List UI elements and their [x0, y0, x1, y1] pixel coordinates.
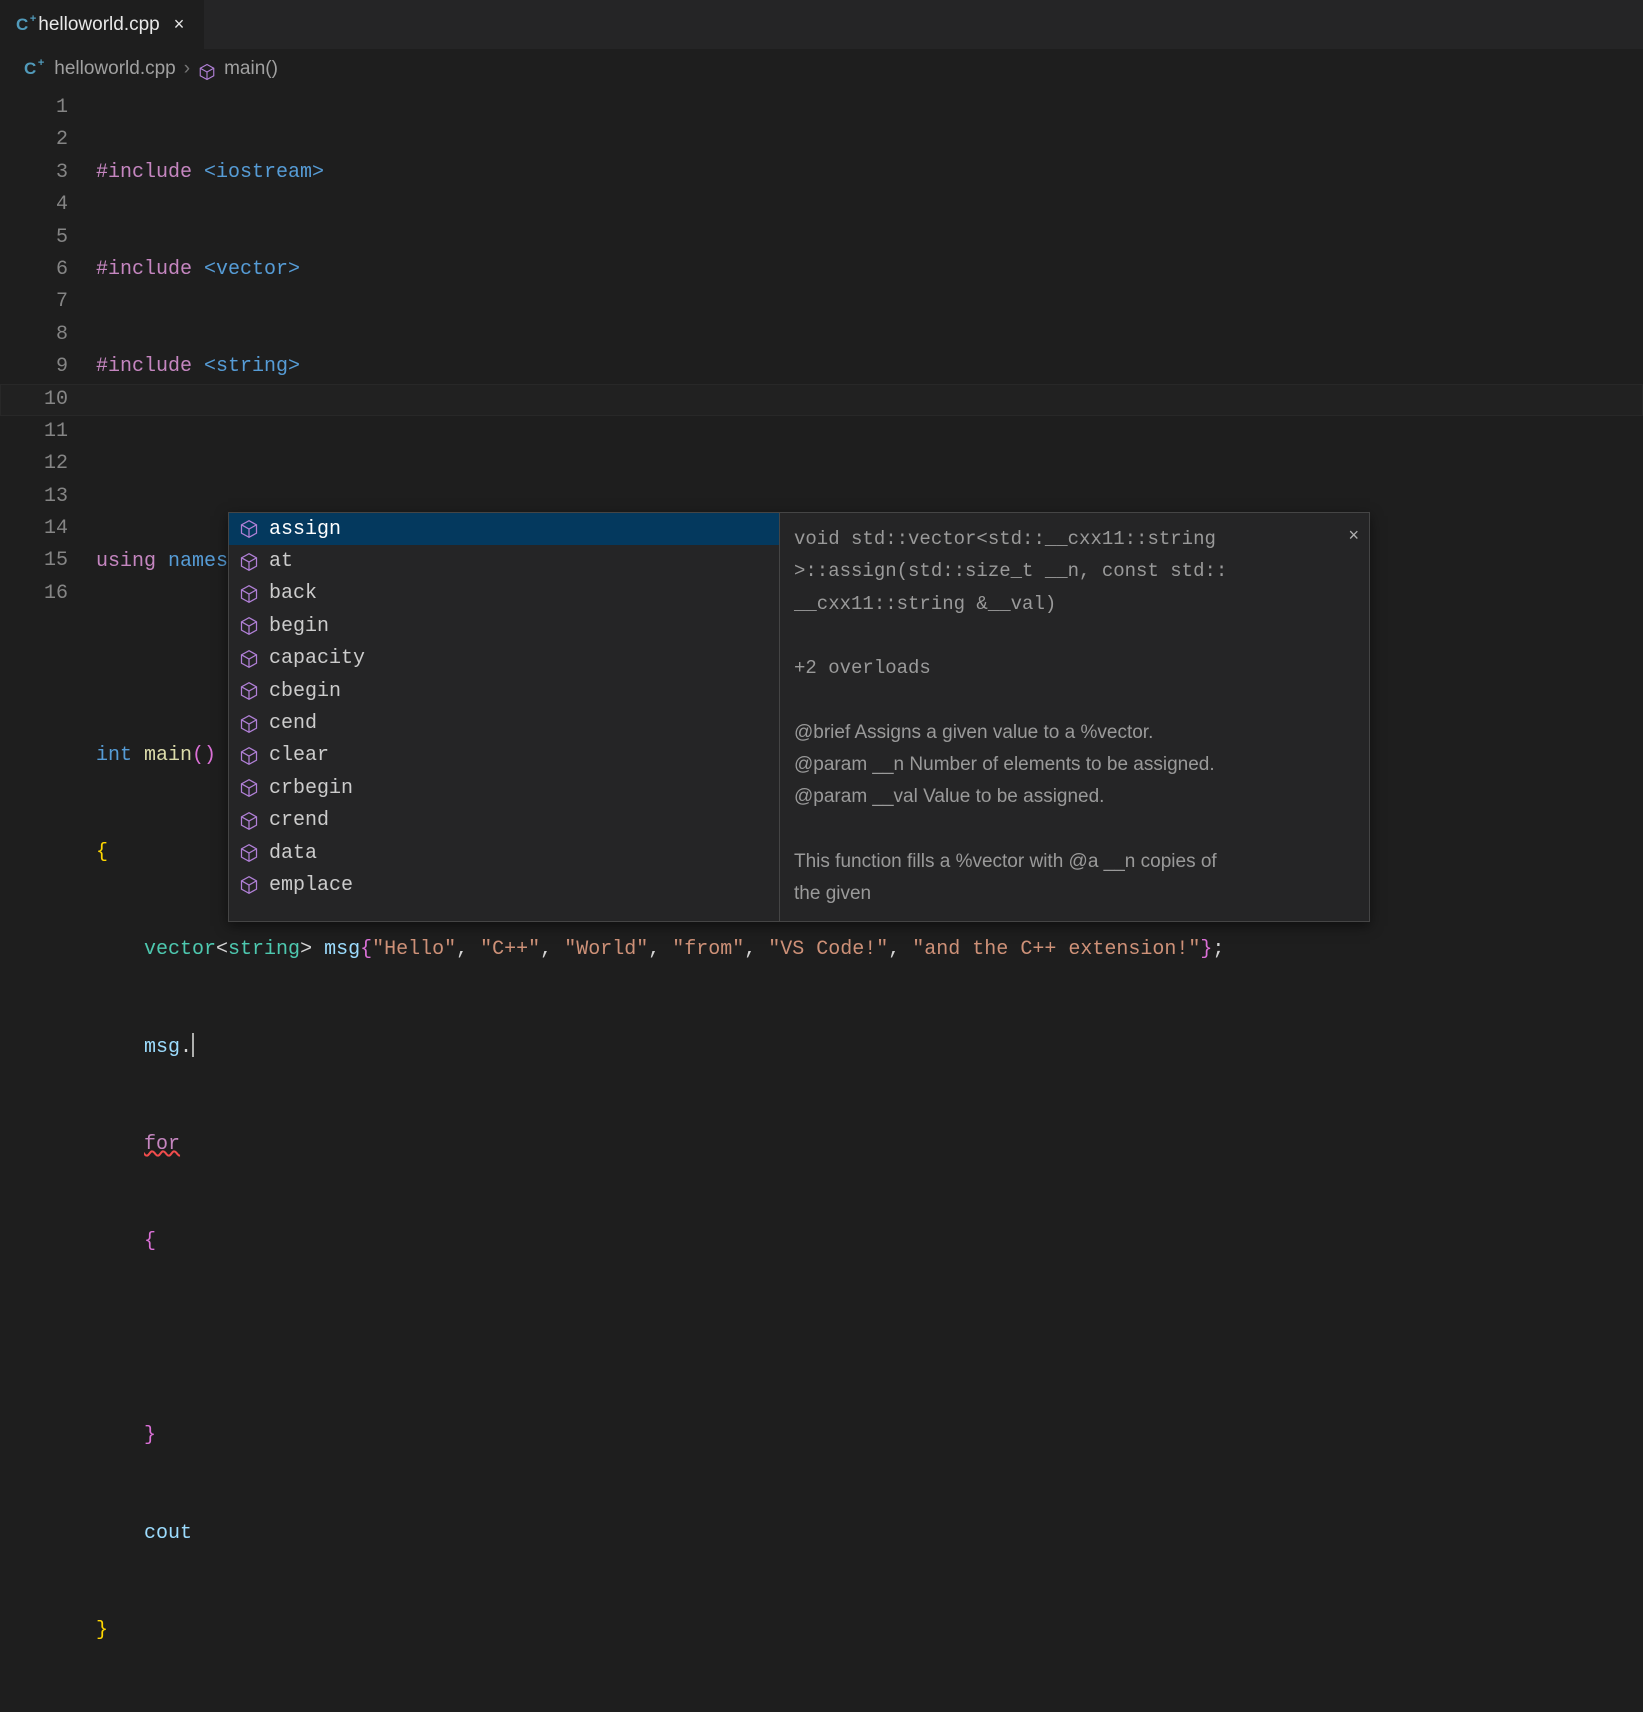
suggestion-label: back — [269, 582, 317, 605]
suggestion-item[interactable]: at — [229, 545, 779, 577]
suggestion-item[interactable]: crbegin — [229, 772, 779, 804]
suggestion-item[interactable]: cend — [229, 707, 779, 739]
text-cursor — [192, 1033, 194, 1057]
suggestion-list[interactable]: assign at back begin capacity cbegin cend clear… — [229, 513, 779, 903]
suggestion-item[interactable]: assign — [229, 513, 779, 545]
suggestion-details: × void std::vector<std::__cxx11::string … — [779, 513, 1369, 921]
suggestion-item[interactable]: clear — [229, 740, 779, 772]
suggestion-label: assign — [269, 518, 341, 541]
suggestion-label: capacity — [269, 647, 365, 670]
method-icon — [239, 875, 259, 895]
suggestion-item[interactable]: crend — [229, 805, 779, 837]
method-icon — [239, 714, 259, 734]
close-icon[interactable]: × — [170, 12, 189, 37]
suggestion-item[interactable]: back — [229, 578, 779, 610]
suggestion-label: cbegin — [269, 680, 341, 703]
method-icon — [239, 552, 259, 572]
tab-helloworld[interactable]: C helloworld.cpp × — [0, 0, 204, 49]
suggestion-item[interactable]: cbegin — [229, 675, 779, 707]
method-icon — [239, 811, 259, 831]
method-icon — [239, 843, 259, 863]
cpp-file-icon: C — [24, 59, 36, 79]
method-icon — [239, 778, 259, 798]
cpp-file-icon: C — [16, 15, 28, 35]
suggestion-label: at — [269, 550, 293, 573]
close-icon[interactable]: × — [1348, 519, 1359, 551]
method-icon — [239, 616, 259, 636]
suggestion-item[interactable]: data — [229, 837, 779, 869]
breadcrumb-file[interactable]: helloworld.cpp — [54, 58, 175, 80]
suggestion-item[interactable]: emplace — [229, 869, 779, 901]
suggestion-label: crbegin — [269, 777, 353, 800]
method-icon — [239, 681, 259, 701]
intellisense-popup: assign at back begin capacity cbegin cend clear… — [228, 512, 1370, 922]
method-icon — [198, 63, 216, 81]
suggestion-label: emplace — [269, 874, 353, 897]
tab-bar: C helloworld.cpp × — [0, 0, 1643, 50]
code-editor[interactable]: 1 2 3 4 5 6 7 8 9 10 11 12 13 14 15 16 #… — [0, 88, 1643, 1712]
breadcrumb[interactable]: C helloworld.cpp › main() — [0, 50, 1643, 88]
suggestion-item[interactable]: capacity — [229, 643, 779, 675]
suggestion-label: crend — [269, 809, 329, 832]
method-icon — [239, 519, 259, 539]
tab-label: helloworld.cpp — [38, 14, 159, 36]
suggestion-label: cend — [269, 712, 317, 735]
method-icon — [239, 584, 259, 604]
chevron-right-icon: › — [184, 58, 190, 80]
method-icon — [239, 746, 259, 766]
suggestion-label: begin — [269, 615, 329, 638]
method-icon — [239, 649, 259, 669]
breadcrumb-symbol[interactable]: main() — [224, 58, 278, 80]
suggestion-label: clear — [269, 744, 329, 767]
line-number-gutter: 1 2 3 4 5 6 7 8 9 10 11 12 13 14 15 16 — [0, 88, 96, 1712]
suggestion-label: data — [269, 842, 317, 865]
suggestion-item[interactable]: begin — [229, 610, 779, 642]
